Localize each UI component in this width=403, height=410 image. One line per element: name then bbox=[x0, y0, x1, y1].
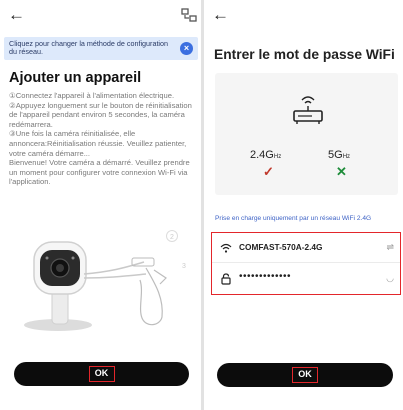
router-icon bbox=[293, 96, 323, 124]
ok-button[interactable]: OK bbox=[14, 362, 189, 386]
support-note: Prise en charge uniquement par un réseau… bbox=[215, 215, 372, 222]
eye-closed-icon[interactable]: ◡ bbox=[386, 273, 394, 284]
wifi-icon bbox=[220, 243, 232, 253]
back-arrow-icon[interactable]: ← bbox=[8, 6, 25, 24]
band-5ghz: 5GHz bbox=[328, 149, 350, 161]
band-2-4ghz-unit: Hz bbox=[273, 154, 282, 160]
lock-icon bbox=[221, 273, 231, 285]
band-5ghz-value: 5G bbox=[328, 149, 343, 161]
ok-button[interactable]: OK bbox=[217, 363, 393, 387]
network-method-banner[interactable]: Cliquez pour changer la méthode de confi… bbox=[4, 37, 198, 60]
wifi-name-field[interactable]: COMFAST-570A-2.4G bbox=[239, 242, 322, 252]
switch-network-icon[interactable]: ⇌ bbox=[386, 242, 394, 253]
top-bar: ← bbox=[0, 0, 201, 30]
camera-reset-illustration: 2 3 bbox=[24, 230, 186, 331]
password-field[interactable]: ••••••••••••• bbox=[239, 271, 291, 282]
network-switch-icon[interactable] bbox=[181, 8, 197, 22]
router-band-card: 2.4GHz ✓ 5GHz ✕ bbox=[215, 73, 398, 195]
page-title: Ajouter un appareil bbox=[9, 70, 142, 86]
wifi-credentials-box: COMFAST-570A-2.4G ⇌ ••••••••••••• ◡ bbox=[211, 232, 401, 295]
ok-button-label: OK bbox=[292, 367, 318, 383]
band-2-4ghz: 2.4GHz bbox=[250, 149, 281, 161]
back-arrow-icon[interactable]: ← bbox=[212, 6, 229, 24]
cross-icon: ✕ bbox=[336, 164, 347, 179]
wifi-name-row[interactable]: COMFAST-570A-2.4G ⇌ bbox=[212, 233, 400, 263]
app-screens: ← Cliquez pour changer la méthode de con… bbox=[0, 0, 403, 410]
page-title: Entrer le mot de passe WiFi bbox=[214, 47, 395, 62]
setup-instructions: ①Connectez l'appareil à l'alimentation é… bbox=[9, 91, 192, 187]
add-device-screen: ← Cliquez pour changer la méthode de con… bbox=[0, 0, 201, 410]
illustration-marker-2: 2 bbox=[170, 234, 174, 241]
top-bar: ← bbox=[204, 0, 403, 30]
check-icon: ✓ bbox=[263, 164, 274, 179]
banner-close-icon[interactable]: × bbox=[180, 42, 193, 55]
band-5ghz-unit: Hz bbox=[342, 154, 351, 160]
wifi-password-screen: ← Entrer le mot de passe WiFi 2.4GHz ✓ 5… bbox=[204, 0, 403, 410]
banner-text: Cliquez pour changer la méthode de confi… bbox=[9, 39, 169, 57]
illustration-marker-3: 3 bbox=[182, 263, 186, 270]
band-2-4ghz-value: 2.4G bbox=[250, 149, 274, 161]
password-row[interactable]: ••••••••••••• ◡ bbox=[212, 264, 400, 294]
ok-button-label: OK bbox=[88, 366, 115, 382]
